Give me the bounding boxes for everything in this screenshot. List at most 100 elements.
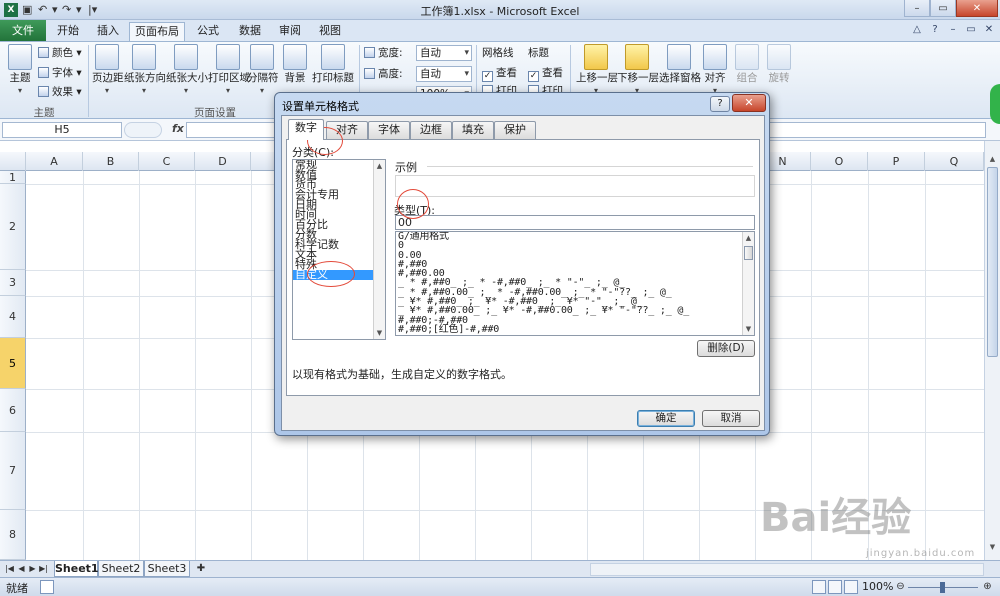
orientation-button[interactable]: 纸张方向 ▾ bbox=[124, 44, 166, 97]
tab-fill[interactable]: 填充 bbox=[452, 121, 494, 139]
category-list[interactable]: 常规 数值 货币 会计专用 日期 时间 百分比 分数 科学记数 文本 特殊 自定… bbox=[292, 159, 386, 340]
list-item[interactable]: #,##0;[红色]-#,##0 bbox=[396, 324, 754, 334]
normal-view-button[interactable] bbox=[812, 580, 826, 594]
sheet-tab-sheet1[interactable]: Sheet1 bbox=[54, 561, 99, 577]
breaks-button[interactable]: 分隔符 ▾ bbox=[247, 44, 279, 97]
tab-file[interactable]: 文件 bbox=[0, 20, 46, 41]
row-header[interactable]: 4 bbox=[0, 296, 26, 338]
close-button[interactable]: ✕ bbox=[956, 0, 998, 17]
row-header[interactable]: 3 bbox=[0, 270, 26, 296]
effects-button[interactable]: 效果 ▾ bbox=[38, 85, 82, 99]
column-header[interactable]: B bbox=[83, 152, 139, 171]
row-header[interactable]: 7 bbox=[0, 432, 26, 510]
row-header-selected[interactable]: 5 bbox=[0, 338, 26, 389]
category-scrollbar[interactable]: ▲ ▼ bbox=[373, 160, 385, 339]
column-header[interactable]: D bbox=[195, 152, 251, 171]
zoom-out-icon[interactable]: ⊖ bbox=[895, 580, 906, 594]
collapse-ribbon-icon[interactable]: △ bbox=[910, 23, 924, 37]
formula-bar-controls[interactable] bbox=[124, 122, 162, 138]
list-item[interactable]: 0.00 bbox=[396, 250, 754, 260]
delete-button[interactable]: 删除(D) bbox=[697, 340, 755, 357]
doc-minimize-icon[interactable]: – bbox=[946, 23, 960, 37]
prev-sheet-icon[interactable]: ◀ bbox=[16, 562, 27, 576]
tab-insert[interactable]: 插入 bbox=[90, 22, 126, 41]
page-break-view-button[interactable] bbox=[844, 580, 858, 594]
background-button[interactable]: 背景 bbox=[282, 44, 308, 84]
print-area-button[interactable]: 打印区域 ▾ bbox=[208, 44, 250, 97]
margins-button[interactable]: 页边距 ▾ bbox=[92, 44, 124, 97]
scroll-down-icon[interactable]: ▼ bbox=[374, 327, 385, 339]
column-header[interactable]: Q bbox=[925, 152, 984, 171]
cancel-button[interactable]: 取消 bbox=[702, 410, 760, 427]
next-sheet-icon[interactable]: ▶ bbox=[27, 562, 38, 576]
row-header[interactable]: 2 bbox=[0, 184, 26, 270]
zoom-in-icon[interactable]: ⊕ bbox=[982, 580, 993, 594]
themes-button[interactable]: 主题 ▾ bbox=[6, 44, 34, 97]
scroll-up-icon[interactable]: ▲ bbox=[987, 153, 998, 165]
first-sheet-icon[interactable]: |◀ bbox=[4, 562, 15, 576]
selection-pane-button[interactable]: 选择窗格 bbox=[659, 44, 701, 84]
list-item[interactable]: #,##0 bbox=[396, 259, 754, 269]
column-header[interactable]: O bbox=[811, 152, 868, 171]
doc-close-icon[interactable]: ✕ bbox=[982, 23, 996, 37]
tab-formulas[interactable]: 公式 bbox=[190, 22, 226, 41]
help-icon[interactable]: ? bbox=[928, 23, 942, 37]
sheet-tab-sheet3[interactable]: Sheet3 bbox=[144, 561, 190, 577]
column-header[interactable]: A bbox=[26, 152, 83, 171]
gridlines-view-checkbox[interactable]: ✓ 查看 bbox=[482, 66, 517, 82]
tab-page-layout[interactable]: 页面布局 bbox=[129, 22, 185, 41]
list-item[interactable]: G/通用格式 bbox=[396, 232, 754, 242]
scroll-up-icon[interactable]: ▲ bbox=[743, 232, 754, 244]
format-code-list[interactable]: G/通用格式 0 0.00 #,##0 #,##0.00 _ * #,##0_ … bbox=[395, 231, 755, 336]
row-header[interactable]: 6 bbox=[0, 389, 26, 432]
type-input[interactable]: 00 bbox=[395, 215, 755, 230]
tab-home[interactable]: 开始 bbox=[50, 22, 86, 41]
colors-button[interactable]: 颜色 ▾ bbox=[38, 46, 82, 60]
doc-restore-icon[interactable]: ▭ bbox=[964, 23, 978, 37]
ok-button[interactable]: 确定 bbox=[637, 410, 695, 427]
print-titles-button[interactable]: 打印标题 bbox=[312, 44, 354, 84]
width-select[interactable]: 自动 bbox=[416, 45, 472, 61]
tab-review[interactable]: 审阅 bbox=[272, 22, 308, 41]
vertical-scroll-thumb[interactable] bbox=[987, 167, 998, 357]
insert-function-icon[interactable]: fx bbox=[172, 122, 184, 135]
maximize-button[interactable]: ▭ bbox=[930, 0, 956, 17]
scroll-up-icon[interactable]: ▲ bbox=[374, 160, 385, 172]
align-button[interactable]: 对齐 ▾ bbox=[702, 44, 728, 97]
sheet-tab-sheet2[interactable]: Sheet2 bbox=[98, 561, 144, 577]
floating-widget[interactable] bbox=[990, 84, 1000, 124]
zoom-level[interactable]: 100% bbox=[862, 580, 893, 593]
dialog-help-button[interactable]: ? bbox=[710, 96, 730, 112]
insert-sheet-icon[interactable]: ✚ bbox=[193, 562, 209, 576]
tab-data[interactable]: 数据 bbox=[232, 22, 268, 41]
row-header[interactable]: 8 bbox=[0, 510, 26, 560]
column-header[interactable]: C bbox=[139, 152, 195, 171]
page-layout-view-button[interactable] bbox=[828, 580, 842, 594]
dialog-close-button[interactable]: ✕ bbox=[732, 94, 766, 112]
minimize-button[interactable]: – bbox=[904, 0, 930, 17]
tab-view[interactable]: 视图 bbox=[312, 22, 348, 41]
column-header[interactable]: P bbox=[868, 152, 925, 171]
row-header[interactable]: 1 bbox=[0, 171, 26, 184]
headings-view-checkbox[interactable]: ✓ 查看 bbox=[528, 66, 563, 82]
list-item[interactable]: 0 bbox=[396, 241, 754, 251]
size-button[interactable]: 纸张大小 ▾ bbox=[166, 44, 208, 97]
macro-record-icon[interactable] bbox=[40, 580, 54, 594]
bring-forward-button[interactable]: 上移一层 ▾ bbox=[576, 44, 618, 97]
format-list-scrollbar[interactable]: ▲ ▼ bbox=[742, 232, 754, 335]
send-backward-button[interactable]: 下移一层 ▾ bbox=[617, 44, 659, 97]
tab-protection[interactable]: 保护 bbox=[494, 121, 536, 139]
zoom-slider-thumb[interactable] bbox=[940, 582, 945, 593]
select-all-corner[interactable] bbox=[0, 152, 26, 171]
group-button[interactable]: 组合 bbox=[734, 44, 760, 84]
fonts-button[interactable]: 字体 ▾ bbox=[38, 66, 82, 80]
scroll-down-icon[interactable]: ▼ bbox=[743, 323, 754, 335]
format-list-scroll-thumb[interactable] bbox=[744, 246, 753, 260]
tab-font[interactable]: 字体 bbox=[368, 121, 410, 139]
height-select[interactable]: 自动 bbox=[416, 66, 472, 82]
name-box[interactable]: H5 bbox=[2, 122, 122, 138]
last-sheet-icon[interactable]: ▶| bbox=[38, 562, 49, 576]
rotate-button[interactable]: 旋转 bbox=[766, 44, 792, 84]
tab-border[interactable]: 边框 bbox=[410, 121, 452, 139]
tab-number[interactable]: 数字 bbox=[288, 119, 324, 140]
